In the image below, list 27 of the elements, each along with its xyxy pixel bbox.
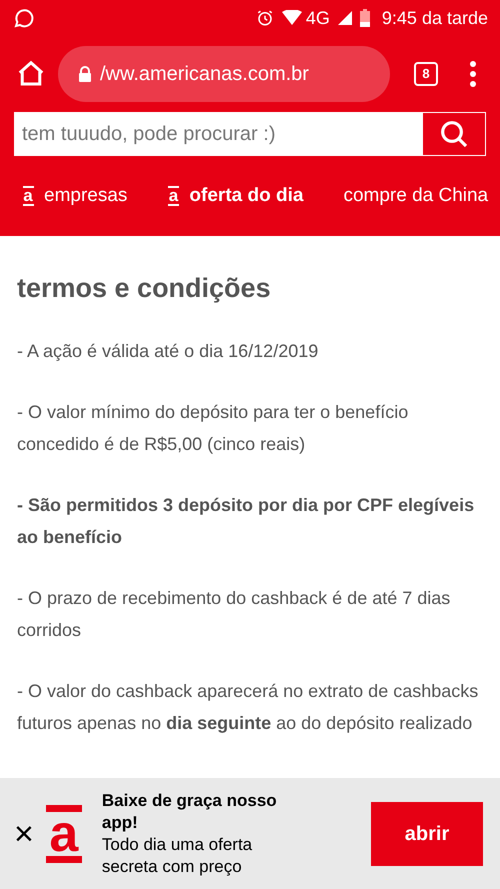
clock-time: 9:45 da tarde [382, 6, 488, 30]
terms-paragraph: - O valor do cashback aparecerá no extrato de cashbacks futuros apenas no dia seguinte ao do depósito realizado [17, 680, 480, 735]
wifi-icon [282, 10, 302, 26]
alarm-icon [256, 9, 274, 27]
terms-paragraph: - São permitidos 3 depósito por dia por CPF elegíveis ao benefício [17, 494, 476, 548]
search-icon [438, 118, 470, 150]
terms-paragraph: - O valor mínimo do depósito para ter o benefício concedido é de R$5,00 (cinco reais) [17, 400, 410, 456]
url-text: /ww.americanas.com.br [100, 62, 309, 87]
address-bar[interactable]: /ww.americanas.com.br [58, 46, 390, 102]
banner-text: Todo dia uma oferta secreta com preço [102, 834, 254, 878]
nav-link[interactable]: compre da China [343, 182, 488, 210]
search-button[interactable] [422, 112, 486, 156]
battery-icon [360, 9, 370, 27]
banner-title: Baixe de graça nosso app! [102, 790, 278, 834]
signal-icon [338, 11, 352, 25]
lock-icon [78, 66, 92, 82]
nav-link[interactable]: empresas [44, 182, 128, 210]
nav-link[interactable]: oferta do dia [189, 182, 304, 210]
open-button[interactable]: abrir [371, 802, 483, 866]
page-title: termos e condições [17, 272, 272, 305]
network-label: 4G [306, 6, 330, 30]
terms-paragraph: - A ação é válida até o dia 16/12/2019 [17, 340, 320, 363]
menu-icon[interactable] [470, 61, 476, 87]
close-button[interactable]: × [14, 816, 34, 850]
search-field[interactable]: tem tuuudo, pode procurar :) [14, 112, 422, 156]
tab-count-button[interactable]: 8 [414, 62, 438, 86]
terms-paragraph: - O prazo de recebimento do cashback é de até 7 dias corridos [17, 586, 452, 642]
